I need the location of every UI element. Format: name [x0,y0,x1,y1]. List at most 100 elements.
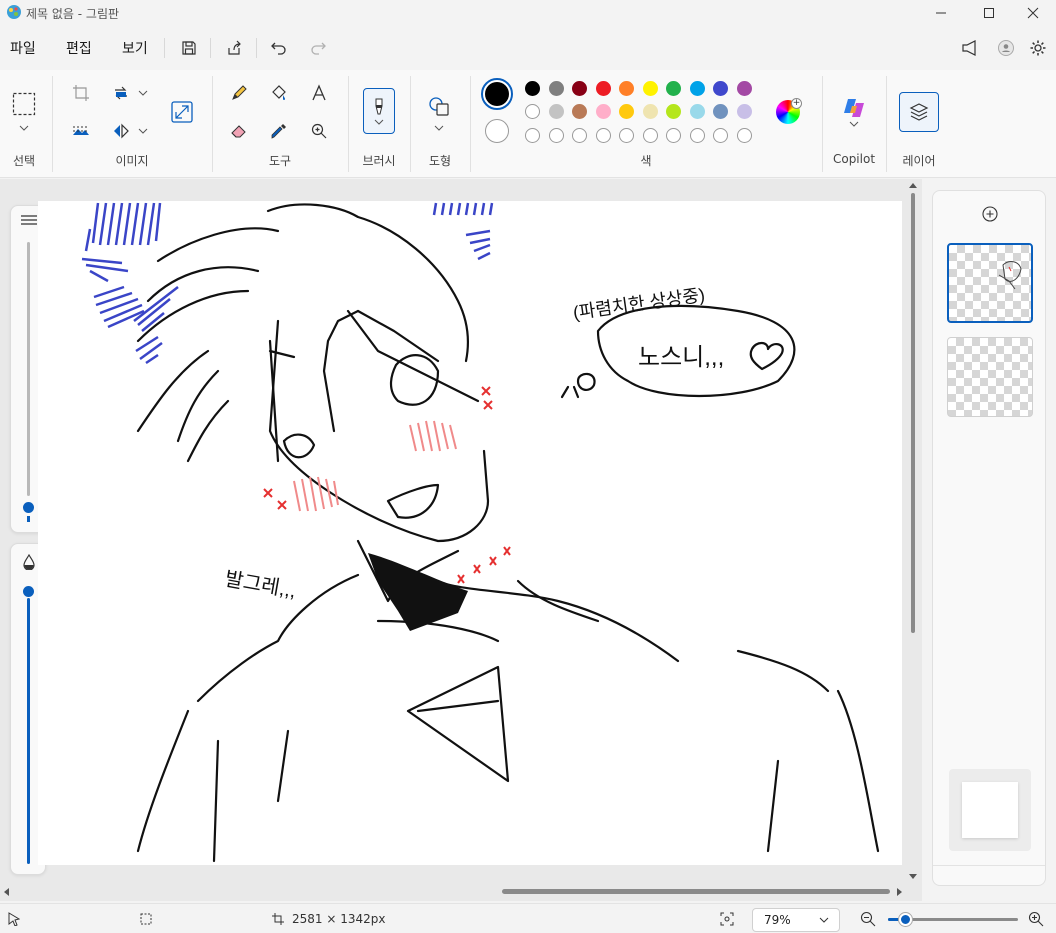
custom-color-slot[interactable] [736,128,752,143]
group-label-shapes: 도형 [428,154,452,168]
color-swatch[interactable] [666,104,681,119]
color-swatch[interactable] [619,104,634,119]
share-button[interactable] [222,36,246,60]
scroll-left-icon[interactable] [2,887,10,897]
color-swatch[interactable] [642,81,658,96]
opacity-slider-track[interactable] [27,598,30,864]
text-tool[interactable] [308,82,330,104]
custom-color-slot[interactable] [595,128,611,143]
fit-to-window-icon[interactable] [720,912,734,926]
color-swatch[interactable] [525,81,540,96]
custom-color-slot[interactable] [572,128,587,143]
resize-button[interactable] [168,98,196,126]
rotate-dropdown[interactable] [136,86,150,100]
flip-dropdown[interactable] [136,124,150,138]
crop-button[interactable] [70,82,92,104]
shapes-button[interactable] [425,94,453,118]
feedback-button[interactable] [958,36,982,60]
account-button[interactable] [994,36,1018,60]
horizontal-scrollbar[interactable] [502,889,890,894]
scroll-up-icon[interactable] [908,181,918,189]
selection-dropdown[interactable] [16,122,32,134]
add-layer-button[interactable] [980,204,1000,224]
custom-color-slot[interactable] [642,128,658,143]
background-layer-preview [962,782,1018,838]
secondary-color-swatch[interactable] [485,119,509,143]
color-swatch[interactable] [548,104,564,119]
layer-thumbnail-1[interactable] [947,243,1033,323]
color-swatch[interactable] [713,104,728,119]
custom-color-slot[interactable] [689,128,705,143]
zoom-in-icon[interactable] [1028,911,1044,927]
custom-color-slot[interactable] [548,128,564,143]
background-layer[interactable] [949,769,1031,851]
divider [933,865,1045,866]
fill-tool[interactable] [268,82,290,104]
divider [822,76,823,172]
share-icon [226,40,242,56]
chevron-down-icon [19,125,29,131]
minimize-button[interactable] [918,0,964,26]
color-swatch[interactable] [525,104,540,119]
layers-button[interactable] [899,92,939,132]
selection-tool-button[interactable] [10,90,38,118]
divider [212,76,213,172]
layer-thumbnail-2[interactable] [947,337,1033,417]
color-swatch[interactable] [736,81,752,96]
color-swatch[interactable] [689,81,705,96]
custom-color-slot[interactable] [525,128,540,143]
redo-button[interactable] [306,36,330,60]
color-swatch[interactable] [572,104,587,119]
color-swatch[interactable] [548,81,564,96]
menu-file[interactable]: 파일 [10,38,36,58]
eraser-tool[interactable] [228,120,250,142]
brush-button[interactable] [363,88,395,134]
save-button[interactable] [177,36,201,60]
primary-color-swatch[interactable] [481,78,513,110]
undo-button[interactable] [267,36,291,60]
color-swatch[interactable] [642,104,658,119]
color-swatch[interactable] [595,81,611,96]
menu-edit[interactable]: 편집 [66,38,92,58]
color-swatch[interactable] [713,81,728,96]
color-swatch[interactable] [666,81,681,96]
feedback-icon [961,40,979,56]
shapes-dropdown[interactable] [431,122,447,134]
maximize-button[interactable] [966,0,1012,26]
custom-color-slot[interactable] [666,128,681,143]
scroll-down-icon[interactable] [908,873,918,881]
color-swatch[interactable] [689,104,705,119]
drawing-canvas[interactable]: (파렴치한 상상중) 노스니,,, 발그레,,, [38,201,902,865]
color-swatch[interactable] [595,104,611,119]
magnifier-tool[interactable] [308,120,330,142]
custom-color-slot[interactable] [619,128,634,143]
opacity-slider-thumb[interactable] [23,586,34,597]
window-title: 제목 없음 - 그림판 [26,7,120,21]
paint-app-icon [6,4,22,20]
blush-marks [293,420,457,512]
settings-button[interactable] [1026,36,1050,60]
custom-color-slot[interactable] [713,128,728,143]
rotate-button[interactable] [110,82,132,104]
vertical-scrollbar[interactable] [911,193,915,633]
color-swatch[interactable] [736,104,752,119]
size-slider-thumb[interactable] [23,502,34,513]
color-picker-tool[interactable] [268,120,290,142]
size-slider-track[interactable] [27,242,30,496]
add-color-plus-icon: + [791,98,802,109]
zoom-select[interactable]: 79% [752,908,840,932]
zoom-slider-thumb[interactable] [899,913,912,926]
scroll-right-icon[interactable] [896,887,904,897]
layer-preview [998,261,1022,290]
pencil-tool[interactable] [228,82,250,104]
selection-size-icon [140,913,152,925]
zoom-out-icon[interactable] [860,911,876,927]
copilot-button[interactable] [838,90,870,132]
flip-button[interactable] [110,120,132,142]
stroke-size-icon [20,214,38,226]
menu-view[interactable]: 보기 [122,38,148,58]
remove-background-button[interactable] [70,120,92,142]
color-swatch[interactable] [619,81,634,96]
close-button[interactable] [1010,0,1056,26]
color-swatch[interactable] [572,81,587,96]
